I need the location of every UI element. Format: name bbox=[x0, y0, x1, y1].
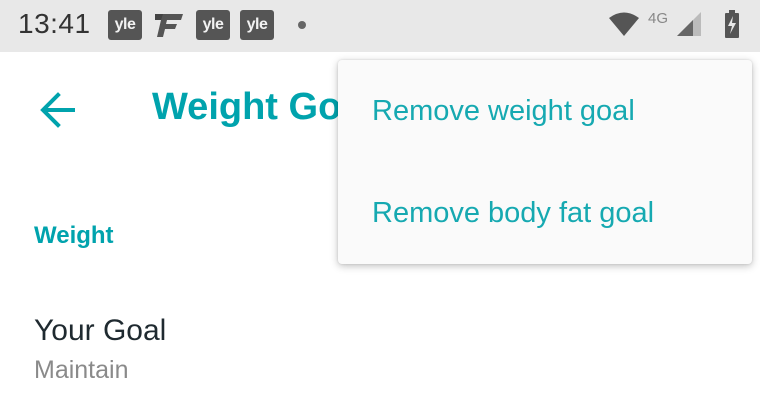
status-time: 13:41 bbox=[18, 8, 91, 39]
notification-icons: yle yle yle bbox=[108, 10, 306, 40]
battery-charging-icon bbox=[724, 10, 740, 43]
yle-icon: yle bbox=[108, 10, 142, 40]
back-arrow-icon bbox=[40, 92, 75, 128]
overflow-menu: Remove weight goal Remove body fat goal bbox=[338, 60, 752, 264]
more-notifications-dot-icon bbox=[298, 21, 306, 29]
yle-icon: yle bbox=[240, 10, 274, 40]
section-header-weight: Weight bbox=[34, 222, 114, 249]
cell-signal-icon bbox=[676, 11, 702, 42]
network-type-label: 4G bbox=[647, 10, 668, 27]
your-goal-row[interactable]: Your Goal Maintain bbox=[0, 300, 760, 410]
goal-value: Maintain bbox=[34, 356, 129, 384]
menu-item-remove-weight-goal[interactable]: Remove weight goal bbox=[338, 60, 752, 162]
wifi-icon bbox=[608, 11, 640, 42]
f-logo-icon bbox=[152, 10, 186, 40]
menu-item-remove-body-fat-goal[interactable]: Remove body fat goal bbox=[338, 162, 752, 264]
system-icons: 4G bbox=[608, 10, 740, 43]
back-button[interactable] bbox=[30, 82, 86, 138]
goal-title: Your Goal bbox=[34, 314, 167, 347]
status-bar: 13:41 yle yle yle 4G bbox=[0, 0, 760, 52]
yle-icon: yle bbox=[196, 10, 230, 40]
